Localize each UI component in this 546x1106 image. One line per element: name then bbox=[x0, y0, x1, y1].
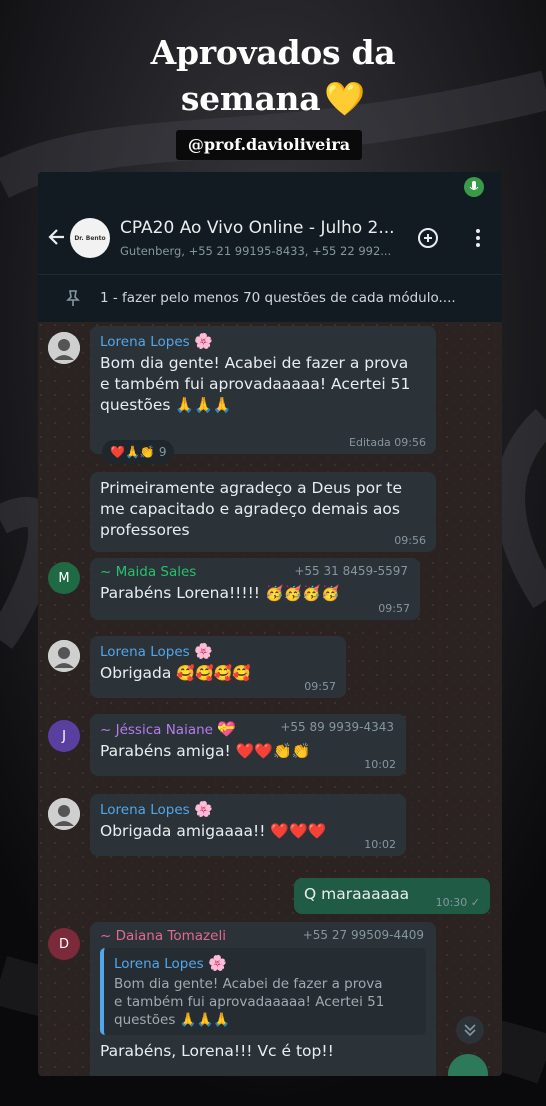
message-bubble[interactable]: Lorena Lopes 🌸 Bom dia gente! Acabei de … bbox=[90, 326, 436, 454]
pin-icon bbox=[66, 290, 80, 306]
message-text: Parabéns Lorena!!!!! bbox=[100, 584, 261, 602]
avatar[interactable] bbox=[48, 640, 80, 672]
message-time: 09:57 bbox=[304, 680, 336, 693]
sender-phone: +55 89 9939-4343 bbox=[280, 720, 394, 734]
group-members: Gutenberg, +55 21 99195-8433, +55 22 992… bbox=[120, 244, 392, 258]
message-time-read: 10:30 ✓ bbox=[435, 896, 480, 909]
yellow-heart-emoji: 💛 bbox=[324, 79, 366, 118]
message-line: Bom dia gente! Acabei de fazer a prova bbox=[100, 354, 409, 372]
message-text: Obrigada amigaaaa!! bbox=[100, 822, 266, 840]
message-line: e também fui aprovadaaaaa! Acertei 51 bbox=[100, 375, 411, 393]
chat-header: Dr. Bento CPA20 Ao Vivo Online - Julho 2… bbox=[38, 202, 502, 274]
sender-name[interactable]: Lorena Lopes bbox=[100, 334, 190, 350]
sender-phone: +55 31 8459-5597 bbox=[294, 564, 408, 578]
message-line: Primeiramente agradeço a Deus por te bbox=[100, 479, 403, 497]
status-bar bbox=[38, 172, 502, 202]
avatar[interactable] bbox=[48, 332, 80, 364]
chat-area: Lorena Lopes 🌸 Bom dia gente! Acabei de … bbox=[38, 322, 502, 1076]
story-title-line1: Aprovados da bbox=[150, 33, 396, 72]
sender-name[interactable]: ~ Daiana Tomazeli bbox=[100, 928, 226, 944]
microphone-indicator-icon bbox=[464, 177, 484, 197]
avatar[interactable]: M bbox=[48, 562, 80, 594]
sender-name[interactable]: ~ Jéssica Naiane bbox=[100, 722, 213, 738]
reaction-emojis: ❤️🙏👏 bbox=[110, 445, 155, 459]
back-arrow-icon[interactable] bbox=[46, 226, 68, 248]
message-time: 10:02 bbox=[364, 758, 396, 771]
message-text: Parabéns, Lorena!!! Vc é top!! bbox=[100, 1042, 334, 1060]
message-bubble[interactable]: ~ Daiana Tomazeli +55 27 99509-4409 Lore… bbox=[90, 922, 436, 1076]
avatar[interactable]: J bbox=[48, 720, 80, 752]
message-time: 09:57 bbox=[378, 602, 410, 615]
reactions-badge[interactable]: ❤️🙏👏 9 bbox=[102, 440, 175, 464]
red-hearts-emoji: ❤️❤️❤️ bbox=[270, 822, 327, 840]
quoted-sender: Lorena Lopes bbox=[114, 956, 204, 972]
whatsapp-screenshot: Dr. Bento CPA20 Ao Vivo Online - Julho 2… bbox=[38, 172, 502, 1076]
add-call-icon[interactable] bbox=[416, 226, 440, 250]
praying-hands-emoji: 🙏🙏🙏 bbox=[179, 1012, 231, 1028]
message-bubble[interactable]: ~ Maida Sales +55 31 8459-5597 Parabéns … bbox=[90, 558, 420, 620]
quoted-message[interactable]: Lorena Lopes 🌸 Bom dia gente! Acabei de … bbox=[100, 948, 426, 1035]
message-line: professores bbox=[100, 521, 190, 539]
sender-name[interactable]: Lorena Lopes bbox=[100, 802, 190, 818]
smiling-hearts-emoji: 🥰🥰🥰🥰 bbox=[176, 664, 252, 682]
cherry-blossom-emoji: 🌸 bbox=[193, 800, 213, 818]
scroll-down-button[interactable] bbox=[456, 1016, 484, 1044]
pinned-message-text: 1 - fazer pelo menos 70 questões de cada… bbox=[100, 290, 456, 306]
message-time: Editada 09:56 bbox=[349, 436, 426, 449]
praying-hands-emoji: 🙏🙏🙏 bbox=[175, 396, 232, 414]
quoted-line: questões bbox=[114, 1012, 176, 1028]
reaction-count: 9 bbox=[158, 445, 167, 459]
pinned-message-bar[interactable]: 1 - fazer pelo menos 70 questões de cada… bbox=[38, 274, 502, 323]
message-bubble[interactable]: Lorena Lopes 🌸 Obrigada 🥰🥰🥰🥰 09:57 bbox=[90, 636, 346, 698]
quoted-line: e também fui aprovadaaaaa! Acertei 51 bbox=[114, 994, 385, 1010]
cherry-blossom-emoji: 🌸 bbox=[193, 642, 213, 660]
more-options-icon[interactable] bbox=[466, 226, 490, 250]
message-bubble[interactable]: Lorena Lopes 🌸 Obrigada amigaaaa!! ❤️❤️❤… bbox=[90, 794, 406, 856]
outgoing-message-bubble[interactable]: Q maraaaaaa 10:30 ✓ bbox=[294, 878, 490, 914]
message-text: Parabéns amiga! bbox=[100, 742, 231, 760]
instagram-handle-tag[interactable]: @prof.davioliveira bbox=[176, 130, 362, 160]
message-line: questões bbox=[100, 396, 171, 414]
sender-name[interactable]: Lorena Lopes bbox=[100, 644, 190, 660]
cherry-blossom-emoji: 🌸 bbox=[193, 332, 213, 350]
message-line: me capacitado e agradeço demais aos bbox=[100, 500, 400, 518]
heart-ribbon-emoji: 💝 bbox=[217, 720, 236, 738]
group-name[interactable]: CPA20 Ao Vivo Online - Julho 2... bbox=[120, 218, 406, 238]
message-bubble[interactable]: ~ Jéssica Naiane 💝 +55 89 9939-4343 Para… bbox=[90, 714, 406, 776]
sender-phone: +55 27 99509-4409 bbox=[302, 928, 424, 942]
party-face-emoji: 🥳🥳🥳🥳 bbox=[264, 584, 340, 602]
hearts-clapping-emoji: ❤️❤️👏👏 bbox=[235, 742, 311, 760]
double-chevron-down-icon bbox=[464, 1024, 476, 1037]
avatar[interactable] bbox=[48, 798, 80, 830]
cherry-blossom-emoji: 🌸 bbox=[207, 954, 227, 972]
message-text: Obrigada bbox=[100, 664, 172, 682]
sender-name[interactable]: ~ Maida Sales bbox=[100, 564, 196, 580]
quoted-line: Bom dia gente! Acabei de fazer a prova bbox=[114, 976, 383, 992]
avatar[interactable]: D bbox=[48, 928, 80, 960]
story-title-line2: semana bbox=[180, 79, 321, 118]
message-time: 10:02 bbox=[364, 838, 396, 851]
group-avatar[interactable]: Dr. Bento bbox=[70, 218, 110, 258]
message-time: 09:56 bbox=[394, 534, 426, 547]
story-title: Aprovados da semana 💛 bbox=[0, 30, 546, 122]
message-bubble[interactable]: Primeiramente agradeço a Deus por te me … bbox=[90, 472, 436, 552]
